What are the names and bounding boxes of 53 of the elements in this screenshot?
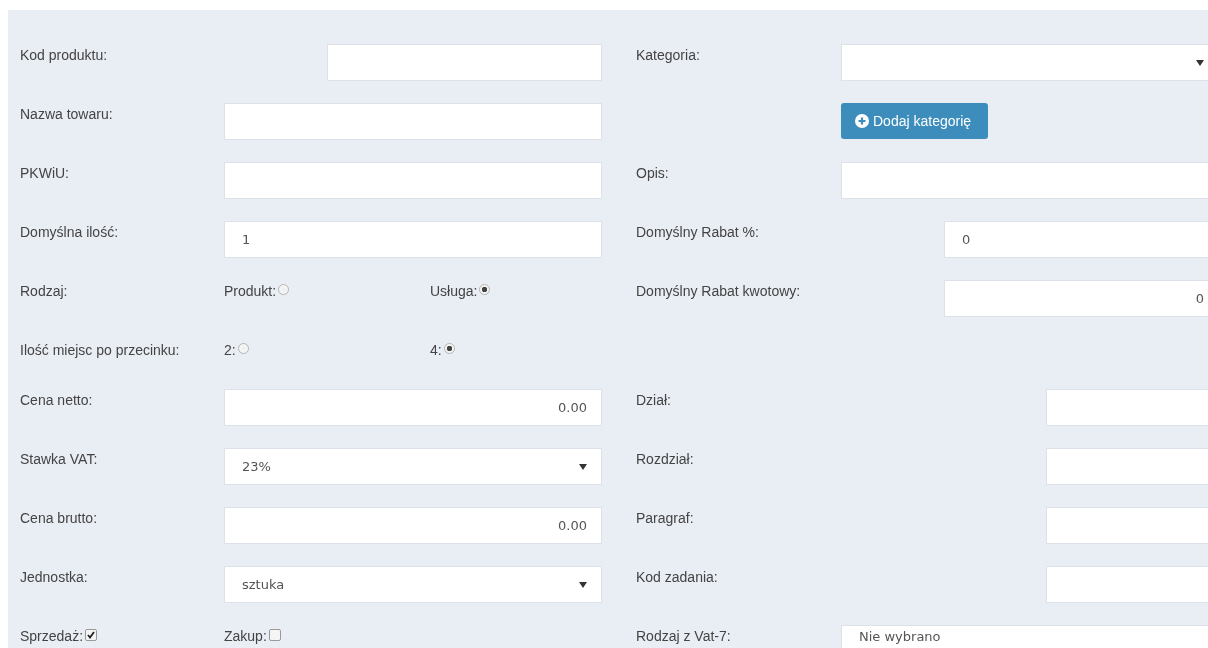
field-label: Domyślny Rabat kwotowy:	[636, 282, 802, 299]
caret-icon	[579, 581, 587, 588]
input-field[interactable]: 0.00	[224, 389, 602, 426]
field-label: Dział:	[636, 391, 672, 408]
field-label: Cena netto:	[20, 391, 94, 408]
checkbox[interactable]	[85, 629, 98, 641]
radio-button[interactable]	[237, 343, 249, 354]
select-field[interactable]: 23%	[224, 448, 602, 485]
input-field[interactable]: 0	[944, 280, 1208, 317]
radio-option[interactable]: Usługa:	[430, 283, 602, 299]
input-field[interactable]	[1046, 507, 1208, 544]
field-label: Rozdział:	[636, 450, 695, 467]
input-field[interactable]	[224, 162, 602, 199]
field-label: Kod zadania:	[636, 568, 719, 585]
field-label: Paragraf:	[636, 509, 695, 526]
checkbox-option[interactable]: Zakup:	[224, 628, 602, 644]
radio-button[interactable]	[479, 284, 491, 295]
radio-option[interactable]: Produkt:	[224, 283, 430, 299]
select-field[interactable]: Nie wybrano	[841, 625, 1208, 648]
field-label: Kod produktu:	[20, 46, 109, 63]
field-label: Rodzaj z Vat-7:	[636, 627, 732, 644]
field-label: Opis:	[636, 164, 670, 181]
input-field[interactable]	[327, 44, 602, 81]
checkbox-option[interactable]: Sprzedaż:	[20, 628, 224, 644]
field-label: PKWiU:	[20, 164, 70, 181]
input-field[interactable]	[224, 103, 602, 140]
input-field[interactable]: 0	[944, 221, 1208, 258]
radio-button[interactable]	[278, 284, 290, 295]
input-field[interactable]: 1	[224, 221, 602, 258]
field-label: Domyślna ilość:	[20, 223, 120, 240]
add-category-button[interactable]: Dodaj kategorię	[841, 103, 988, 139]
field-label: Jednostka:	[20, 568, 89, 585]
field-label: Stawka VAT:	[20, 450, 99, 467]
field-label: Ilość miejsc po przecinku:	[20, 341, 181, 358]
field-label: Kategoria:	[636, 46, 701, 63]
field-label: Rodzaj:	[20, 282, 69, 299]
select-field[interactable]	[841, 44, 1208, 81]
field-label: Nazwa towaru:	[20, 105, 114, 122]
radio-button[interactable]	[443, 343, 455, 354]
plus-circle-icon	[855, 114, 869, 128]
input-field[interactable]	[841, 162, 1208, 199]
input-field[interactable]: 0.00	[224, 507, 602, 544]
checkbox[interactable]	[268, 629, 281, 641]
caret-icon	[1196, 59, 1204, 66]
field-label: Domyślny Rabat %:	[636, 223, 760, 240]
radio-option[interactable]: 2:	[224, 342, 430, 358]
input-field[interactable]	[1046, 566, 1208, 603]
field-label: Cena brutto:	[20, 509, 99, 526]
radio-option[interactable]: 4:	[430, 342, 602, 358]
select-field[interactable]: sztuka	[224, 566, 602, 603]
input-field[interactable]	[1046, 389, 1208, 426]
caret-icon	[579, 463, 587, 470]
input-field[interactable]	[1046, 448, 1208, 485]
